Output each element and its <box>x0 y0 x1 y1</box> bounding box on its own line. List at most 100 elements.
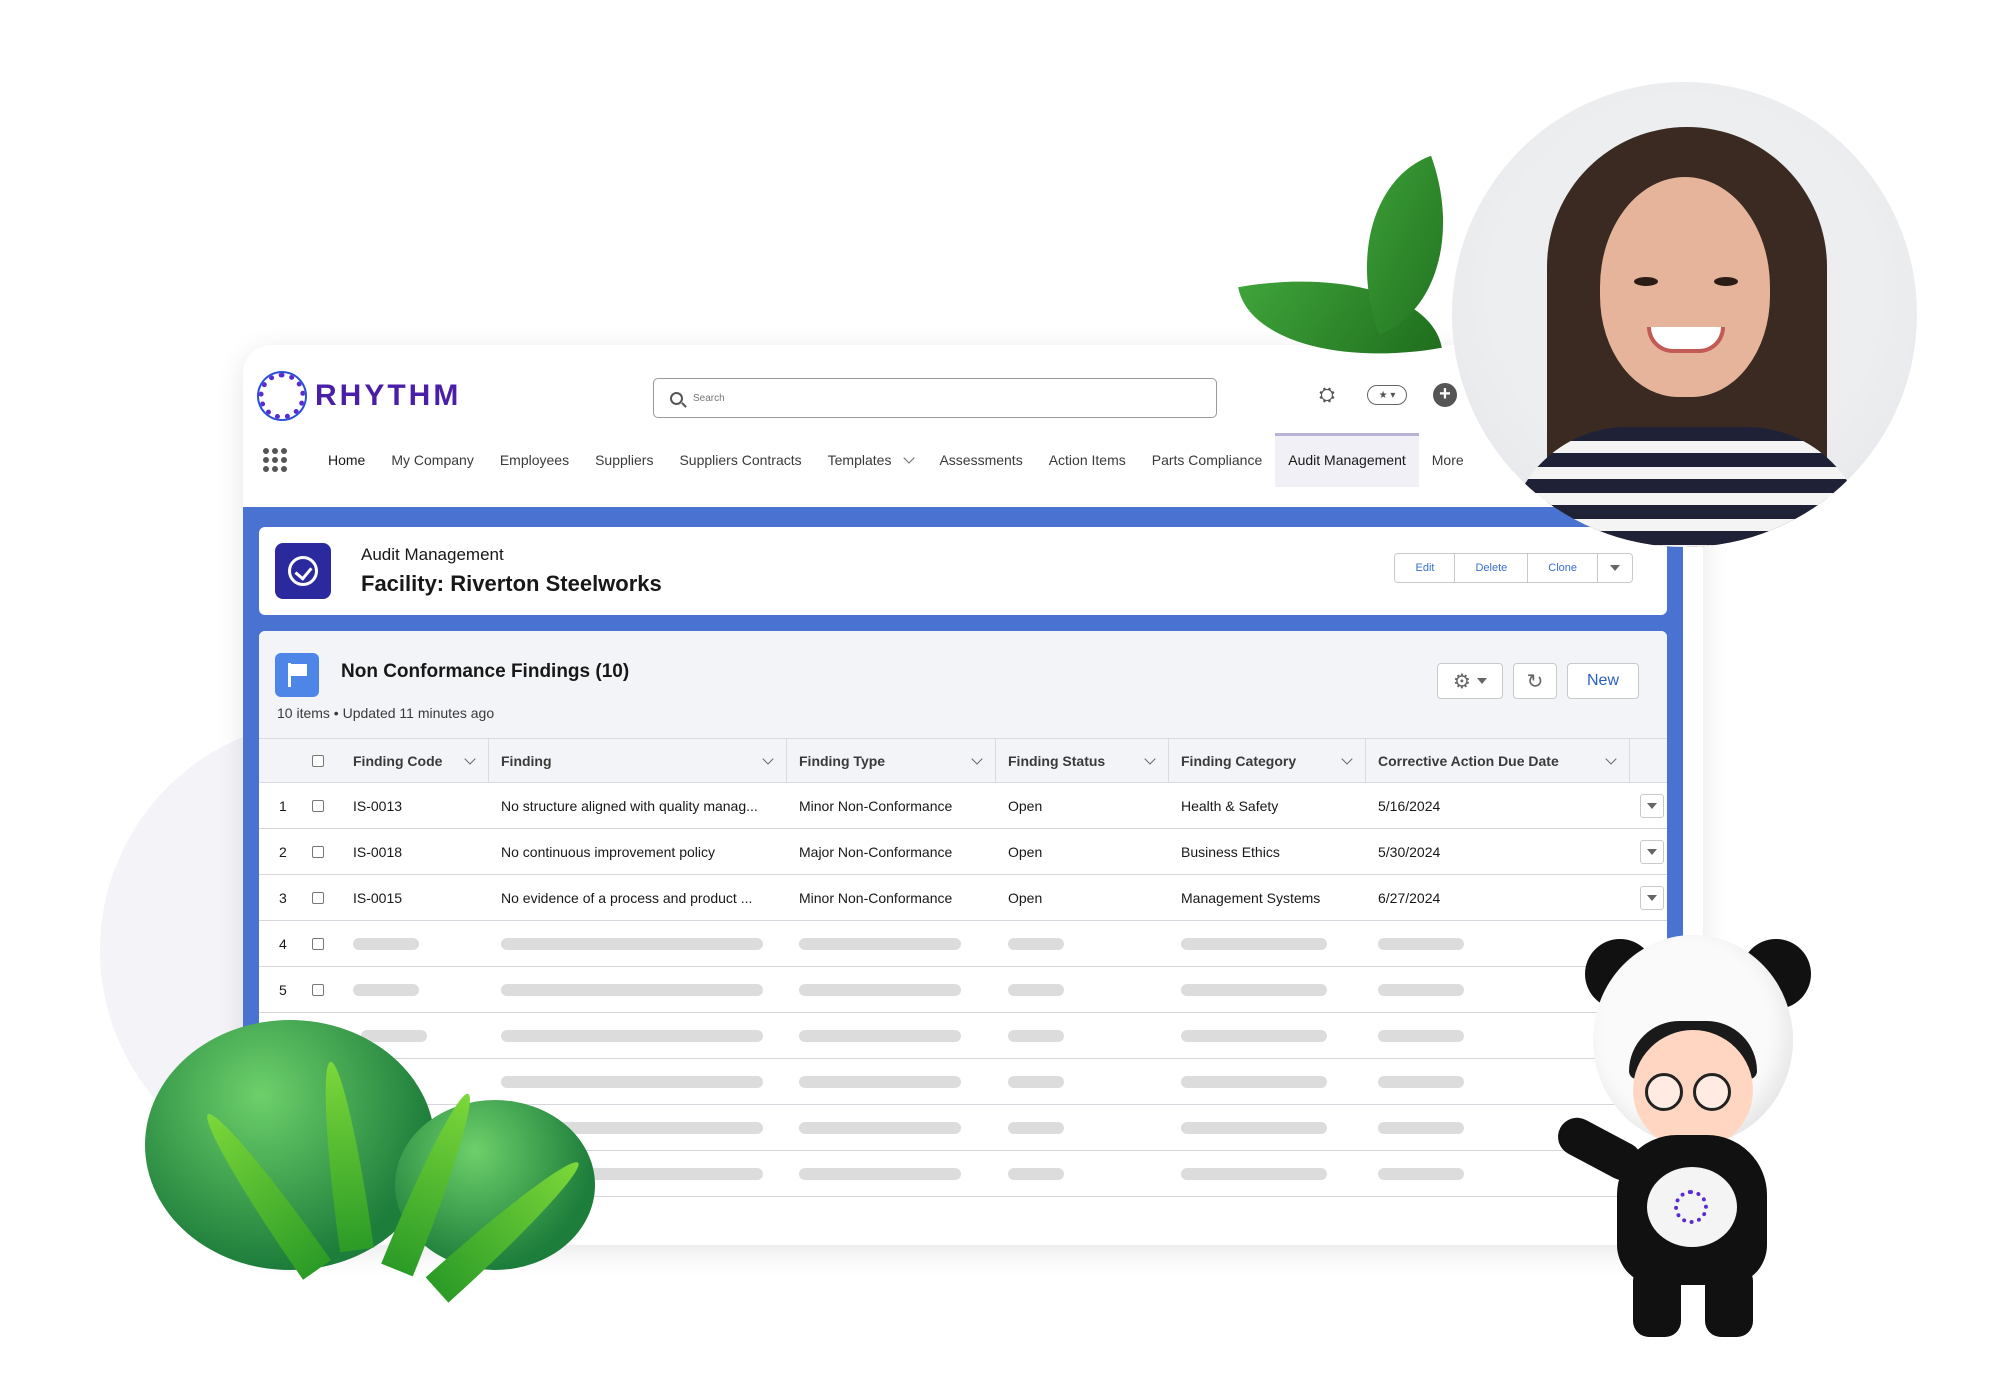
skeleton-cell <box>996 1059 1169 1105</box>
cell-finding-category: Business Ethics <box>1181 843 1280 860</box>
column-header-finding-code[interactable]: Finding Code <box>341 739 489 783</box>
chevron-down-icon[interactable] <box>903 452 916 464</box>
more-actions-button[interactable] <box>1598 554 1632 582</box>
flag-icon <box>275 653 319 697</box>
nav-item-templates-label: Templates <box>827 452 892 468</box>
nav-item-more[interactable]: More <box>1419 433 1477 487</box>
skeleton-cell <box>489 967 787 1013</box>
caret-down-icon <box>1476 678 1487 684</box>
nav-item-action-items[interactable]: Action Items <box>1036 433 1139 487</box>
row-actions-button[interactable] <box>1640 839 1664 864</box>
table-row[interactable]: 2 IS-0018 No continuous improvement poli… <box>259 829 1667 875</box>
skeleton-cell <box>996 1013 1169 1059</box>
cell-finding-code[interactable]: IS-0018 <box>341 829 489 875</box>
row-actions-button[interactable] <box>1640 793 1664 818</box>
record-object-label: Audit Management <box>361 545 504 564</box>
search-input[interactable] <box>693 392 1173 404</box>
skeleton-cell <box>787 967 996 1013</box>
global-actions-plus-icon[interactable]: + <box>1433 383 1457 407</box>
row-checkbox[interactable] <box>312 937 324 950</box>
gear-icon: ⚙ <box>1453 670 1471 693</box>
column-header-finding[interactable]: Finding <box>489 739 787 783</box>
row-checkbox[interactable] <box>312 799 324 812</box>
cell-finding-code[interactable]: IS-0015 <box>341 875 489 921</box>
row-checkbox[interactable] <box>312 845 324 858</box>
nav-item-parts-compliance[interactable]: Parts Compliance <box>1139 433 1276 487</box>
row-select-cell <box>295 921 341 967</box>
new-button[interactable]: New <box>1567 663 1639 699</box>
refresh-button[interactable]: ↻ <box>1513 663 1557 699</box>
column-label: Corrective Action Due Date <box>1378 753 1559 769</box>
skeleton-cell <box>996 1105 1169 1151</box>
skeleton-cell <box>787 1151 996 1197</box>
caret-down-icon <box>1610 565 1620 571</box>
favorites-icon[interactable]: ★ ▾ <box>1367 385 1407 405</box>
row-number: 3 <box>279 889 287 906</box>
column-header-finding-category[interactable]: Finding Category <box>1169 739 1366 783</box>
loading-row <box>259 1013 1667 1059</box>
clone-button[interactable]: Clone <box>1528 554 1598 582</box>
nav-item-employees[interactable]: Employees <box>487 433 582 487</box>
skeleton-cell <box>787 1105 996 1151</box>
select-all-checkbox[interactable] <box>312 755 324 767</box>
cell-due-date: 5/30/2024 <box>1378 843 1441 860</box>
skeleton-cell <box>489 1059 787 1105</box>
row-select-cell <box>295 829 341 875</box>
nav-item-templates[interactable]: Templates <box>815 433 927 487</box>
nav-item-my-company[interactable]: My Company <box>378 433 486 487</box>
cell-finding: No structure aligned with quality manag.… <box>501 797 758 814</box>
chevron-down-icon[interactable] <box>1341 753 1353 765</box>
chevron-down-icon[interactable] <box>762 753 774 765</box>
column-label: Finding Status <box>1008 753 1106 769</box>
row-checkbox[interactable] <box>312 891 324 904</box>
cell-finding-code[interactable]: IS-0013 <box>341 783 489 829</box>
skeleton-cell <box>489 1013 787 1059</box>
column-header-finding-status[interactable]: Finding Status <box>996 739 1169 783</box>
skeleton-cell <box>787 1013 996 1059</box>
refresh-icon: ↻ <box>1526 670 1544 693</box>
panda-mascot-illustration <box>1551 935 1815 1345</box>
assistant-icon[interactable]: ⛭ <box>1313 381 1341 409</box>
nav-item-home[interactable]: Home <box>315 433 378 487</box>
nav-item-suppliers[interactable]: Suppliers <box>582 433 666 487</box>
skeleton-cell <box>996 1151 1169 1197</box>
row-checkbox[interactable] <box>312 983 324 996</box>
skeleton-cell <box>787 1059 996 1105</box>
related-list-title[interactable]: Non Conformance Findings (10) <box>341 661 629 683</box>
nav-item-audit-management[interactable]: Audit Management <box>1275 433 1419 487</box>
caret-down-icon <box>1647 848 1657 855</box>
chevron-down-icon[interactable] <box>464 753 476 765</box>
brand-logo[interactable]: RHYTHM <box>259 373 461 419</box>
cell-due-date: 6/27/2024 <box>1378 889 1441 906</box>
delete-button[interactable]: Delete <box>1455 554 1529 582</box>
header-utility-icons: ⛭ ★ ▾ + <box>1313 381 1457 409</box>
rhythm-logo-icon <box>259 373 305 419</box>
skeleton-cell <box>489 921 787 967</box>
table-row[interactable]: 3 IS-0015 No evidence of a process and p… <box>259 875 1667 921</box>
app-navigation: Home My Company Employees Suppliers Supp… <box>243 433 1703 487</box>
app-launcher-icon[interactable] <box>263 448 287 472</box>
nav-item-suppliers-contracts[interactable]: Suppliers Contracts <box>666 433 814 487</box>
table-row[interactable]: 1 IS-0013 No structure aligned with qual… <box>259 783 1667 829</box>
chevron-down-icon[interactable] <box>971 753 983 765</box>
chevron-down-icon[interactable] <box>1144 753 1156 765</box>
row-actions-cell <box>1630 829 1667 875</box>
skeleton-cell <box>1169 967 1366 1013</box>
cell-due-date: 5/16/2024 <box>1378 797 1441 814</box>
row-actions-button[interactable] <box>1640 885 1664 910</box>
nav-item-assessments[interactable]: Assessments <box>926 433 1035 487</box>
table-header: Finding Code Finding Finding Type Findin… <box>259 739 1667 783</box>
row-number: 4 <box>279 935 287 952</box>
cell-finding-status: Open <box>1008 843 1043 860</box>
column-header-corrective-action-due-date[interactable]: Corrective Action Due Date <box>1366 739 1630 783</box>
global-search[interactable] <box>653 378 1217 418</box>
list-settings-button[interactable]: ⚙ <box>1437 663 1503 699</box>
related-list-meta: 10 items • Updated 11 minutes ago <box>277 705 495 721</box>
column-header-finding-type[interactable]: Finding Type <box>787 739 996 783</box>
skeleton-cell <box>1169 1013 1366 1059</box>
record-title: Facility: Riverton Steelworks <box>361 571 662 596</box>
chevron-down-icon[interactable] <box>1605 753 1617 765</box>
edit-button[interactable]: Edit <box>1395 554 1456 582</box>
cell-finding-category: Management Systems <box>1181 889 1321 906</box>
skeleton-cell <box>1169 1151 1366 1197</box>
